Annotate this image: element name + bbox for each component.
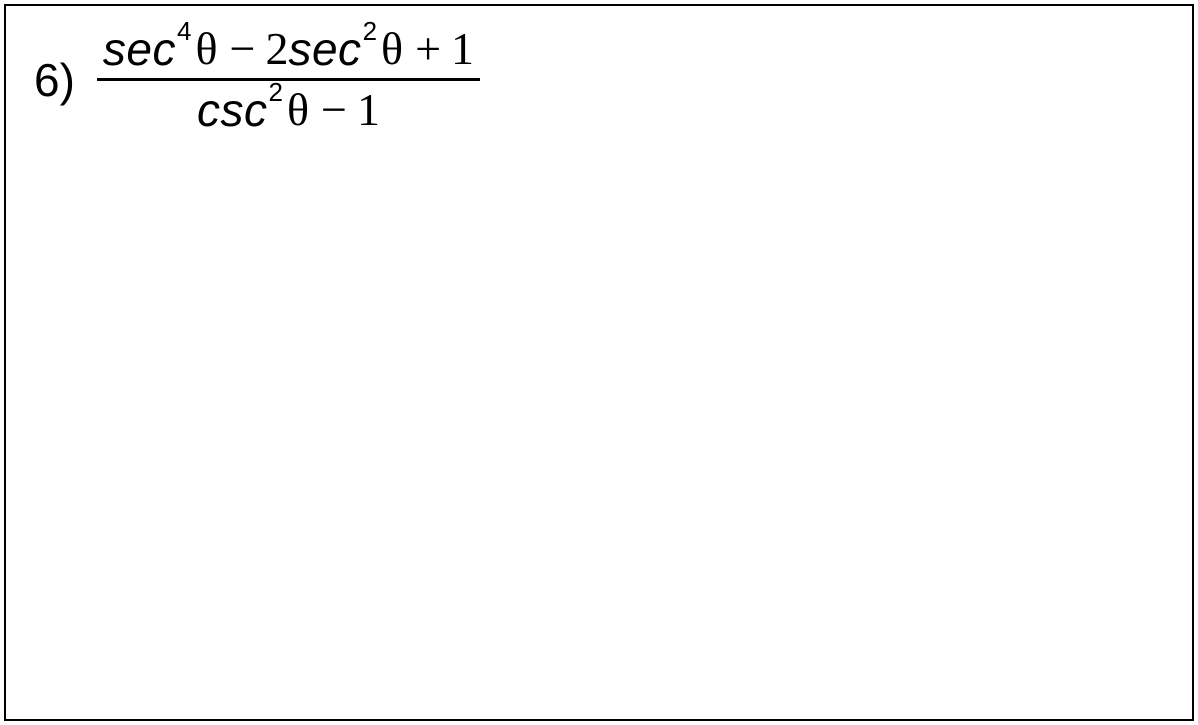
numerator-op2: + (415, 26, 441, 72)
numerator-term1-var: θ (195, 26, 217, 72)
numerator-term2-var: θ (381, 26, 403, 72)
denominator-term1-exp: 2 (268, 79, 282, 105)
numerator-term3: 1 (451, 26, 474, 72)
problem-row: 6) sec4θ − 2sec2θ + 1 csc2θ − 1 (34, 26, 1164, 133)
numerator: sec4θ − 2sec2θ + 1 (97, 26, 480, 78)
numerator-term1-fn: sec (103, 26, 176, 72)
numerator-term1-exp: 4 (177, 18, 191, 44)
fraction-expression: sec4θ − 2sec2θ + 1 csc2θ − 1 (97, 26, 480, 133)
denominator: csc2θ − 1 (191, 81, 386, 133)
problem-box: 6) sec4θ − 2sec2θ + 1 csc2θ − 1 (4, 4, 1194, 721)
numerator-term2-fn: sec (288, 26, 361, 72)
denominator-term1-var: θ (287, 87, 309, 133)
numerator-op1: − (230, 26, 256, 72)
numerator-term2-exp: 2 (363, 18, 377, 44)
problem-number: 6) (34, 57, 75, 103)
denominator-op1: − (321, 87, 347, 133)
denominator-term1-fn: csc (197, 87, 268, 133)
denominator-term2: 1 (357, 87, 380, 133)
numerator-term2-coeff: 2 (265, 26, 288, 72)
